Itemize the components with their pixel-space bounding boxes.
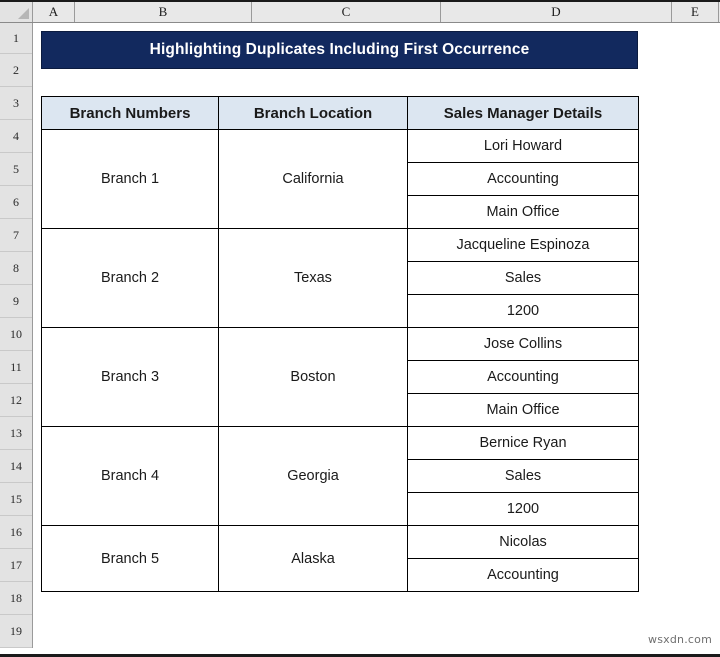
title-banner: Highlighting Duplicates Including First … (41, 31, 638, 69)
cell-branch-location[interactable]: Georgia (218, 426, 408, 526)
select-all-button[interactable] (0, 2, 33, 22)
cell-branch-number[interactable]: Branch 5 (41, 525, 219, 592)
cell-sales-manager-detail[interactable]: Nicolas (407, 525, 639, 559)
cell-sales-manager-detail-duplicate[interactable]: Accounting (407, 360, 639, 394)
cell-branch-number[interactable]: Branch 3 (41, 327, 219, 427)
cell-sales-manager-detail-duplicate[interactable]: Main Office (407, 393, 639, 427)
row-header-label: 17 (10, 557, 22, 572)
table-row: Branch 5 Alaska Nicolas (41, 525, 639, 592)
row-header-2[interactable]: 2 (0, 54, 32, 87)
cell-sales-manager-detail[interactable]: Jose Collins (407, 327, 639, 361)
row-header-3[interactable]: 3 (0, 87, 32, 120)
row-header-4[interactable]: 4 (0, 120, 32, 153)
cell-sales-manager-detail[interactable]: Lori Howard (407, 129, 639, 163)
cell-branch-number[interactable]: Branch 2 (41, 228, 219, 328)
table-row: Branch 1 California Lori Howard (41, 129, 639, 229)
row-header-5[interactable]: 5 (0, 153, 32, 186)
row-header-1[interactable]: 1 (0, 23, 32, 54)
column-header-e-label: E (691, 4, 699, 19)
row-header-9[interactable]: 9 (0, 285, 32, 318)
table-row: Branch 4 Georgia Bernice Ryan (41, 426, 639, 526)
cell-sales-manager-detail-duplicate[interactable]: Main Office (407, 195, 639, 229)
column-header-branch-numbers: Branch Numbers (41, 96, 219, 130)
table-header-row: Branch Numbers Branch Location Sales Man… (41, 96, 639, 130)
cell-sales-manager-detail[interactable]: Bernice Ryan (407, 426, 639, 460)
row-header-label: 18 (10, 590, 22, 605)
row-header-label: 2 (13, 62, 19, 77)
select-all-triangle-icon (18, 8, 29, 19)
row-header-label: 3 (13, 95, 19, 110)
row-header-7[interactable]: 7 (0, 219, 32, 252)
row-header-19[interactable]: 19 (0, 615, 32, 648)
branch-details-table: Branch Numbers Branch Location Sales Man… (41, 96, 639, 592)
row-header-label: 9 (13, 293, 19, 308)
row-header-11[interactable]: 11 (0, 351, 32, 384)
column-header-e[interactable]: E (672, 2, 719, 22)
row-header-12[interactable]: 12 (0, 384, 32, 417)
row-header-label: 5 (13, 161, 19, 176)
row-header-15[interactable]: 15 (0, 483, 32, 516)
row-header-label: 1 (13, 30, 19, 45)
column-header-d-label: D (551, 4, 561, 19)
watermark: wsxdn.com (648, 633, 712, 646)
row-header-label: 7 (13, 227, 19, 242)
column-header-d[interactable]: D (441, 2, 672, 22)
column-header-strip: A B C D E (0, 0, 720, 23)
column-header-sales-manager-details: Sales Manager Details (407, 96, 639, 130)
row-header-gutter: 1 2 3 4 5 6 7 8 9 10 11 12 13 14 15 16 17 18 19 (0, 23, 33, 648)
cell-sales-manager-detail-duplicate[interactable]: 1200 (407, 294, 639, 328)
row-header-6[interactable]: 6 (0, 186, 32, 219)
cell-branch-location[interactable]: Boston (218, 327, 408, 427)
row-header-10[interactable]: 10 (0, 318, 32, 351)
cell-branch-location[interactable]: Alaska (218, 525, 408, 592)
row-header-13[interactable]: 13 (0, 417, 32, 450)
column-header-b[interactable]: B (75, 2, 252, 22)
row-header-label: 13 (10, 425, 22, 440)
row-header-16[interactable]: 16 (0, 516, 32, 549)
title-banner-text: Highlighting Duplicates Including First … (149, 41, 530, 58)
spreadsheet-app: A B C D E 1 2 3 4 5 6 7 8 9 10 11 12 13 14 15 16 17 18 19 … (0, 0, 720, 657)
column-header-a[interactable]: A (33, 2, 75, 22)
table-row: Branch 2 Texas Jacqueline Espinoza (41, 228, 639, 328)
row-header-label: 14 (10, 458, 22, 473)
row-header-label: 16 (10, 524, 22, 539)
cell-branch-location[interactable]: Texas (218, 228, 408, 328)
column-header-b-label: B (158, 4, 168, 19)
cell-sales-manager-detail-duplicate[interactable]: Accounting (407, 162, 639, 196)
row-header-14[interactable]: 14 (0, 450, 32, 483)
column-header-c-label: C (341, 4, 351, 19)
cell-sales-manager-detail-duplicate[interactable]: 1200 (407, 492, 639, 526)
cell-sales-manager-detail-duplicate[interactable]: Sales (407, 261, 639, 295)
table-body: Branch 1 California Lori Howard Accounting M… (41, 129, 639, 592)
table-row: Branch 3 Boston Jose Collins (41, 327, 639, 427)
cell-sales-manager-detail-duplicate[interactable]: Sales (407, 459, 639, 493)
cell-sales-manager-detail[interactable]: Jacqueline Espinoza (407, 228, 639, 262)
cell-branch-number[interactable]: Branch 4 (41, 426, 219, 526)
column-header-c[interactable]: C (252, 2, 441, 22)
row-header-label: 15 (10, 491, 22, 506)
cell-branch-number[interactable]: Branch 1 (41, 129, 219, 229)
row-header-label: 11 (10, 359, 22, 374)
column-header-branch-location: Branch Location (218, 96, 408, 130)
row-header-8[interactable]: 8 (0, 252, 32, 285)
row-header-18[interactable]: 18 (0, 582, 32, 615)
row-header-label: 4 (13, 128, 19, 143)
column-header-a-label: A (48, 4, 59, 19)
row-header-17[interactable]: 17 (0, 549, 32, 582)
row-header-label: 19 (10, 623, 22, 638)
row-header-label: 6 (13, 194, 19, 209)
row-header-label: 12 (10, 392, 22, 407)
row-header-label: 10 (10, 326, 22, 341)
cell-branch-location[interactable]: California (218, 129, 408, 229)
cell-sales-manager-detail-duplicate[interactable]: Accounting (407, 558, 639, 592)
row-header-label: 8 (13, 260, 19, 275)
